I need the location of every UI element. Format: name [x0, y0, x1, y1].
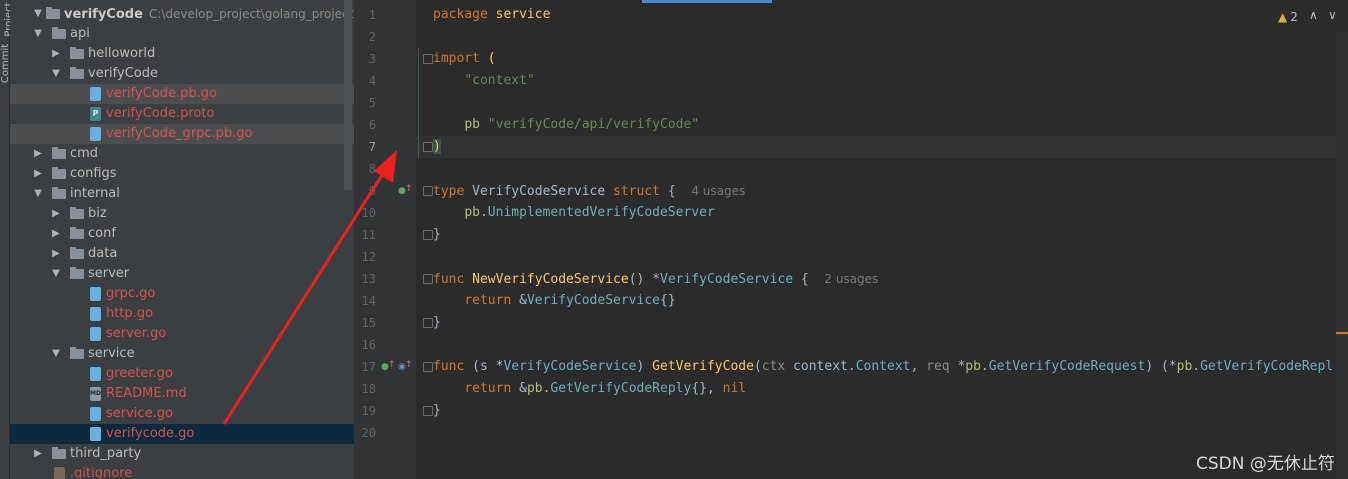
annotation-arrow — [222, 150, 397, 425]
watermark: CSDN @无休止符 — [1196, 454, 1335, 474]
